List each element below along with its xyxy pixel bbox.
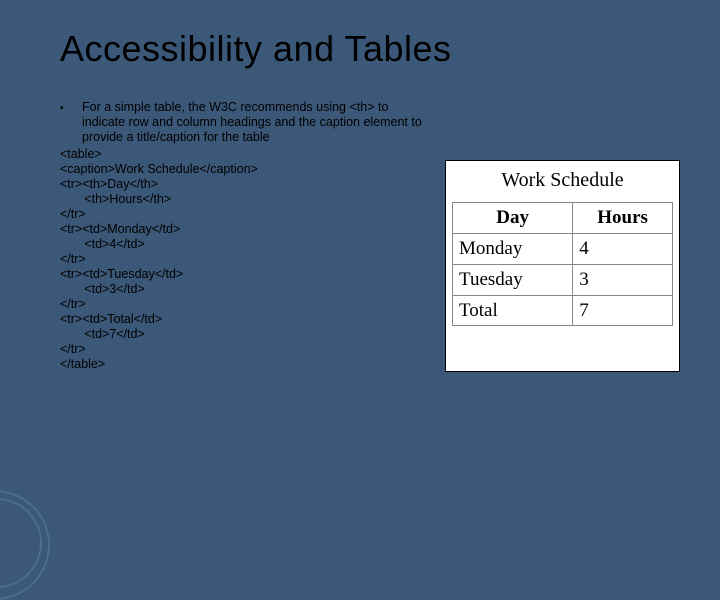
code-line: <tr><td>Total</td> (60, 312, 162, 326)
table-cell-day: Monday (453, 233, 573, 264)
table-header-day: Day (453, 203, 573, 234)
code-line: <th>Hours</th> (60, 192, 171, 206)
bullet-marker: • (60, 100, 82, 117)
table-row: Total 7 (453, 295, 673, 326)
code-line: </tr> (60, 207, 86, 221)
bullet-item: • For a simple table, the W3C recommends… (60, 100, 425, 145)
bullet-text: For a simple table, the W3C recommends u… (82, 100, 425, 145)
example-table: Day Hours Monday 4 Tuesday 3 Total 7 (452, 202, 673, 326)
table-cell-day: Tuesday (453, 264, 573, 295)
table-row: Tuesday 3 (453, 264, 673, 295)
code-block: <table> <caption>Work Schedule</caption>… (60, 147, 425, 372)
code-line: <td>4</td> (60, 237, 145, 251)
code-line: <td>3</td> (60, 282, 145, 296)
code-line: </tr> (60, 342, 86, 356)
code-line: <tr><td>Tuesday</td> (60, 267, 183, 281)
table-caption: Work Schedule (452, 169, 673, 192)
text-column: • For a simple table, the W3C recommends… (60, 100, 425, 372)
code-line: </tr> (60, 252, 86, 266)
code-line: <table> (60, 147, 102, 161)
corner-decoration (0, 480, 60, 540)
code-line: </tr> (60, 297, 86, 311)
table-cell-day: Total (453, 295, 573, 326)
code-line: <tr><td>Monday</td> (60, 222, 180, 236)
code-line: <caption>Work Schedule</caption> (60, 162, 258, 176)
table-row: Monday 4 (453, 233, 673, 264)
content-row: • For a simple table, the W3C recommends… (60, 100, 680, 372)
slide: Accessibility and Tables • For a simple … (0, 0, 720, 540)
code-line: <tr><th>Day</th> (60, 177, 158, 191)
table-header-hours: Hours (573, 203, 673, 234)
rendered-table-example: Work Schedule Day Hours Monday 4 Tuesday… (445, 160, 680, 372)
slide-title: Accessibility and Tables (60, 28, 680, 70)
table-header-row: Day Hours (453, 203, 673, 234)
table-cell-hours: 4 (573, 233, 673, 264)
code-line: <td>7</td> (60, 327, 145, 341)
code-line: </table> (60, 357, 105, 371)
table-cell-hours: 3 (573, 264, 673, 295)
table-cell-hours: 7 (573, 295, 673, 326)
